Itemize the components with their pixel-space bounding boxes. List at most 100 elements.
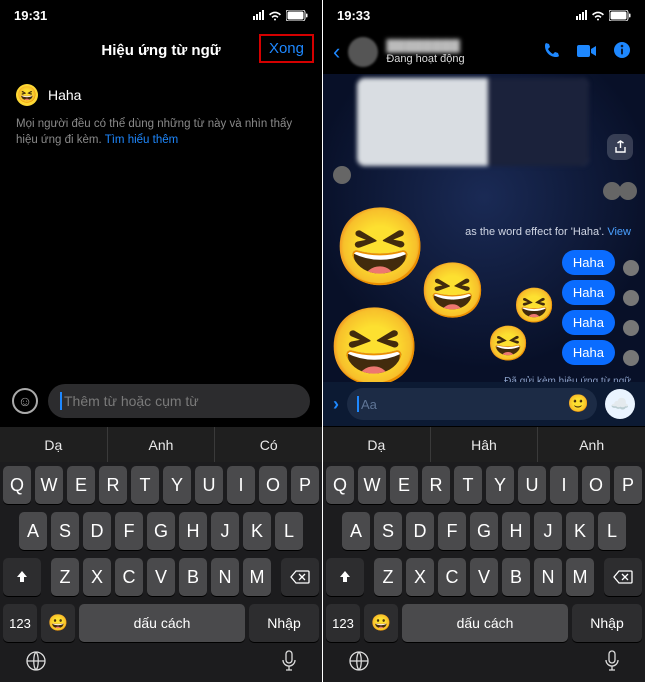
key-p[interactable]: P xyxy=(614,466,642,504)
key-f[interactable]: F xyxy=(115,512,143,550)
key-t[interactable]: T xyxy=(454,466,482,504)
video-button[interactable] xyxy=(573,42,601,63)
key-g[interactable]: G xyxy=(147,512,175,550)
enter-key[interactable]: Nhập xyxy=(572,604,642,642)
key-u[interactable]: U xyxy=(195,466,223,504)
mic-icon[interactable] xyxy=(604,650,620,672)
key-u[interactable]: U xyxy=(518,466,546,504)
space-key[interactable]: dấu cách xyxy=(402,604,568,642)
key-b[interactable]: B xyxy=(502,558,530,596)
key-q[interactable]: Q xyxy=(326,466,354,504)
chat-title[interactable]: ████████ Đang hoạt động xyxy=(386,39,531,65)
shift-key[interactable] xyxy=(3,558,41,596)
placeholder: Thêm từ hoặc cụm từ xyxy=(64,393,199,409)
globe-icon[interactable] xyxy=(348,650,370,672)
chat-area[interactable]: 😆 😆 😆 😆 😆 as the word effect for 'Haha'.… xyxy=(323,74,645,382)
key-s[interactable]: S xyxy=(374,512,402,550)
suggestion[interactable]: Có xyxy=(215,427,322,462)
emoji-picker-button[interactable]: ☺ xyxy=(12,388,38,414)
view-link[interactable]: View xyxy=(607,226,631,238)
key-z[interactable]: Z xyxy=(374,558,402,596)
key-h[interactable]: H xyxy=(179,512,207,550)
key-x[interactable]: X xyxy=(406,558,434,596)
emoji-key[interactable]: 😀 xyxy=(364,604,398,642)
key-k[interactable]: K xyxy=(243,512,271,550)
key-l[interactable]: L xyxy=(598,512,626,550)
numbers-key[interactable]: 123 xyxy=(326,604,360,642)
key-r[interactable]: R xyxy=(422,466,450,504)
sticker-button[interactable]: ☁️ xyxy=(605,389,635,419)
key-q[interactable]: Q xyxy=(3,466,31,504)
message-bubble[interactable]: Haha xyxy=(562,340,615,365)
shift-key[interactable] xyxy=(326,558,364,596)
backspace-key[interactable] xyxy=(604,558,642,596)
emoji-key[interactable]: 😀 xyxy=(41,604,75,642)
message-bubble[interactable]: Haha xyxy=(562,280,615,305)
key-x[interactable]: X xyxy=(83,558,111,596)
key-c[interactable]: C xyxy=(115,558,143,596)
message-input[interactable]: Aa 🙂 xyxy=(347,388,597,420)
key-p[interactable]: P xyxy=(291,466,319,504)
key-k[interactable]: K xyxy=(566,512,594,550)
emoji-button[interactable]: 🙂 xyxy=(568,394,589,414)
mic-icon[interactable] xyxy=(281,650,297,672)
key-o[interactable]: O xyxy=(259,466,287,504)
key-n[interactable]: N xyxy=(534,558,562,596)
shared-media-card[interactable] xyxy=(357,78,589,166)
key-s[interactable]: S xyxy=(51,512,79,550)
message-bubble[interactable]: Haha xyxy=(562,310,615,335)
message-bubble[interactable]: Haha xyxy=(562,250,615,275)
key-j[interactable]: J xyxy=(534,512,562,550)
key-f[interactable]: F xyxy=(438,512,466,550)
call-button[interactable] xyxy=(539,41,565,64)
key-t[interactable]: T xyxy=(131,466,159,504)
key-n[interactable]: N xyxy=(211,558,239,596)
key-a[interactable]: A xyxy=(19,512,47,550)
backspace-key[interactable] xyxy=(281,558,319,596)
key-v[interactable]: V xyxy=(147,558,175,596)
key-y[interactable]: Y xyxy=(486,466,514,504)
key-r[interactable]: R xyxy=(99,466,127,504)
cellular-icon xyxy=(253,10,264,20)
suggestion[interactable]: Hâh xyxy=(431,427,539,462)
key-v[interactable]: V xyxy=(470,558,498,596)
avatar xyxy=(619,182,637,200)
key-l[interactable]: L xyxy=(275,512,303,550)
key-i[interactable]: I xyxy=(550,466,578,504)
key-o[interactable]: O xyxy=(582,466,610,504)
space-key[interactable]: dấu cách xyxy=(79,604,245,642)
suggestion[interactable]: Dạ xyxy=(0,427,108,462)
key-i[interactable]: I xyxy=(227,466,255,504)
expand-button[interactable]: › xyxy=(333,394,339,415)
done-button[interactable]: Xong xyxy=(259,34,314,63)
key-y[interactable]: Y xyxy=(163,466,191,504)
enter-key[interactable]: Nhập xyxy=(249,604,319,642)
info-button[interactable] xyxy=(609,41,635,64)
suggestion[interactable]: Anh xyxy=(108,427,216,462)
suggestion[interactable]: Anh xyxy=(538,427,645,462)
key-j[interactable]: J xyxy=(211,512,239,550)
key-b[interactable]: B xyxy=(179,558,207,596)
key-w[interactable]: W xyxy=(35,466,63,504)
share-button[interactable] xyxy=(607,134,633,160)
numbers-key[interactable]: 123 xyxy=(3,604,37,642)
key-c[interactable]: C xyxy=(438,558,466,596)
word-effect-row[interactable]: 😆 Haha xyxy=(0,70,322,116)
key-e[interactable]: E xyxy=(390,466,418,504)
key-d[interactable]: D xyxy=(406,512,434,550)
key-d[interactable]: D xyxy=(83,512,111,550)
key-w[interactable]: W xyxy=(358,466,386,504)
suggestion[interactable]: Dạ xyxy=(323,427,431,462)
key-g[interactable]: G xyxy=(470,512,498,550)
learn-more-link[interactable]: Tìm hiểu thêm xyxy=(105,134,179,146)
key-e[interactable]: E xyxy=(67,466,95,504)
key-m[interactable]: M xyxy=(566,558,594,596)
key-z[interactable]: Z xyxy=(51,558,79,596)
key-h[interactable]: H xyxy=(502,512,530,550)
globe-icon[interactable] xyxy=(25,650,47,672)
key-a[interactable]: A xyxy=(342,512,370,550)
word-input[interactable]: Thêm từ hoặc cụm từ xyxy=(48,384,310,418)
key-m[interactable]: M xyxy=(243,558,271,596)
avatar[interactable] xyxy=(348,37,378,67)
back-button[interactable]: ‹ xyxy=(333,39,340,65)
